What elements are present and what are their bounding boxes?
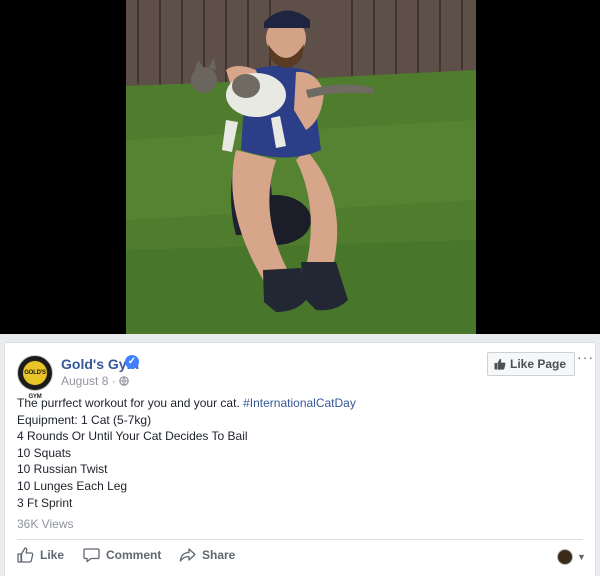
like-button[interactable]: Like bbox=[17, 547, 64, 563]
hashtag-link[interactable]: #InternationalCatDay bbox=[243, 396, 356, 410]
more-options-button[interactable]: ··· bbox=[577, 349, 594, 365]
post-text-line: 10 Lunges Each Leg bbox=[17, 478, 128, 493]
post-text-line-1: The purrfect workout for you and your ca… bbox=[17, 395, 577, 412]
post-date-link[interactable]: August 8 bbox=[61, 374, 108, 388]
actions-divider bbox=[17, 539, 583, 540]
video-player[interactable] bbox=[0, 0, 600, 334]
post-actions-bar: Like Comment Share ▼ bbox=[5, 541, 595, 571]
post-text: The purrfect workout for you and your ca… bbox=[17, 395, 577, 511]
comment-button[interactable]: Comment bbox=[83, 547, 161, 563]
post-text-line: 4 Rounds Or Until Your Cat Decides To Ba… bbox=[17, 429, 248, 444]
chevron-down-icon: ▼ bbox=[577, 552, 586, 562]
post-text-line: 10 Squats bbox=[17, 445, 72, 460]
share-button[interactable]: Share bbox=[179, 547, 235, 563]
like-page-label: Like Page bbox=[510, 357, 567, 371]
thumbs-up-icon bbox=[17, 547, 34, 563]
like-label: Like bbox=[40, 548, 65, 562]
user-avatar bbox=[557, 549, 573, 565]
share-label: Share bbox=[202, 548, 236, 562]
video-thumbnail-image bbox=[126, 0, 476, 334]
thumbs-up-icon bbox=[494, 358, 506, 370]
verified-badge-icon: ✓ bbox=[125, 355, 139, 369]
post-as-selector[interactable]: ▼ bbox=[557, 549, 586, 565]
globe-icon bbox=[119, 376, 129, 386]
logo-badge-icon: GOLD'S GYM bbox=[22, 360, 48, 400]
post-text-line: 3 Ft Sprint bbox=[17, 495, 73, 510]
share-arrow-icon bbox=[179, 548, 196, 562]
like-page-button[interactable]: Like Page bbox=[487, 352, 576, 376]
view-count: 36K Views bbox=[17, 517, 74, 531]
golds-gym-logo[interactable]: GOLD'S GYM bbox=[17, 355, 53, 400]
post-card: GOLD'S GYM Gold's Gym ✓ August 8 · Like … bbox=[4, 342, 596, 576]
post-meta: August 8 · bbox=[61, 374, 129, 388]
video-frame[interactable] bbox=[126, 0, 476, 334]
post-text-line: Equipment: 1 Cat (5-7kg) bbox=[17, 412, 152, 427]
post-text-line: 10 Russian Twist bbox=[17, 462, 108, 477]
meta-separator: · bbox=[108, 374, 120, 388]
comment-label: Comment bbox=[106, 548, 162, 562]
post-intro-text: The purrfect workout for you and your ca… bbox=[17, 396, 244, 410]
comment-bubble-icon bbox=[83, 548, 100, 563]
